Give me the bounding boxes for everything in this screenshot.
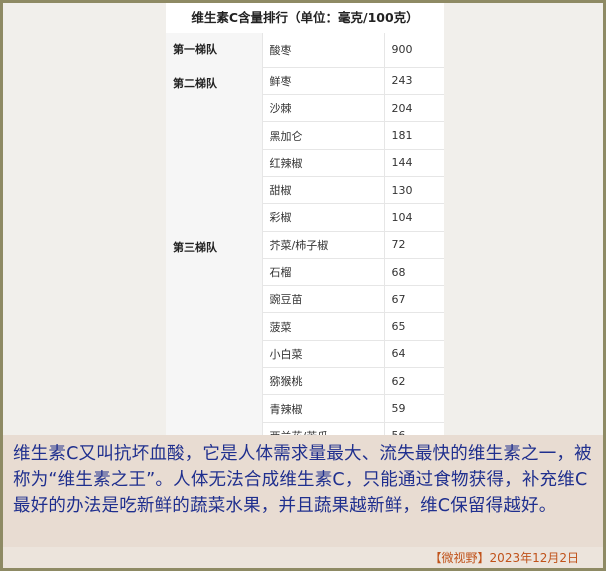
food-name: 甜椒 xyxy=(261,176,384,205)
caption-text: 维生素C又叫抗坏血酸，它是人体需求量最大、流失最快的维生素之一，被称为“维生素之… xyxy=(13,444,592,516)
food-name: 酸枣 xyxy=(261,33,384,68)
vitamin-c-value: 59 xyxy=(383,394,444,423)
news-card: 维生素C含量排行（单位：毫克/100克） 第一梯队 酸枣 900 第二梯队 鲜枣 243 沙… xyxy=(3,3,603,568)
vitamin-c-value: 56 xyxy=(383,422,444,435)
vitamin-c-value: 900 xyxy=(383,33,444,68)
vitamin-c-table: 第一梯队 酸枣 900 第二梯队 鲜枣 243 沙棘 204 黑加仑 181 红辣椒 144 甜椒 130… xyxy=(166,33,444,435)
food-name: 菠菜 xyxy=(261,312,384,341)
tier-label: 第二梯队 xyxy=(166,67,262,232)
food-name: 红辣椒 xyxy=(261,149,384,177)
food-name: 小白菜 xyxy=(261,340,384,369)
food-name: 西兰花/苦瓜 xyxy=(261,422,384,435)
food-name: 青辣椒 xyxy=(261,394,384,423)
vitamin-c-value: 68 xyxy=(383,258,444,287)
vitamin-c-value: 62 xyxy=(383,367,444,396)
vitamin-c-table-card: 维生素C含量排行（单位：毫克/100克） 第一梯队 酸枣 900 第二梯队 鲜枣 243 沙… xyxy=(166,3,444,435)
vitamin-c-value: 67 xyxy=(383,285,444,314)
food-name: 豌豆苗 xyxy=(261,285,384,314)
tier-label: 第一梯队 xyxy=(166,33,262,68)
table-row: 第一梯队 酸枣 900 xyxy=(166,33,444,68)
vitamin-c-value: 72 xyxy=(383,231,444,259)
food-name: 彩椒 xyxy=(261,203,384,232)
food-name: 沙棘 xyxy=(261,94,384,123)
food-name: 猕猴桃 xyxy=(261,367,384,396)
vitamin-c-value: 243 xyxy=(383,67,444,96)
table-photo: 维生素C含量排行（单位：毫克/100克） 第一梯队 酸枣 900 第二梯队 鲜枣 243 沙… xyxy=(3,3,603,435)
vitamin-c-value: 130 xyxy=(383,176,444,205)
vitamin-c-value: 65 xyxy=(383,312,444,341)
vitamin-c-value: 64 xyxy=(383,340,444,369)
tier-label: 第三梯队 xyxy=(166,231,262,435)
vitamin-c-value: 104 xyxy=(383,203,444,232)
vitamin-c-value: 181 xyxy=(383,121,444,150)
vitamin-c-value: 144 xyxy=(383,149,444,177)
food-name: 黑加仑 xyxy=(261,121,384,150)
food-name: 石榴 xyxy=(261,258,384,287)
food-name: 芥菜/柿子椒 xyxy=(261,231,384,259)
source-date: 【微视野】2023年12月2日 xyxy=(429,551,579,565)
vitamin-c-value: 204 xyxy=(383,94,444,123)
table-row: 第三梯队 芥菜/柿子椒 72 xyxy=(166,231,444,435)
table-row: 第二梯队 鲜枣 243 xyxy=(166,67,444,232)
table-title: 维生素C含量排行（单位：毫克/100克） xyxy=(166,3,444,33)
food-name: 鲜枣 xyxy=(261,67,384,96)
